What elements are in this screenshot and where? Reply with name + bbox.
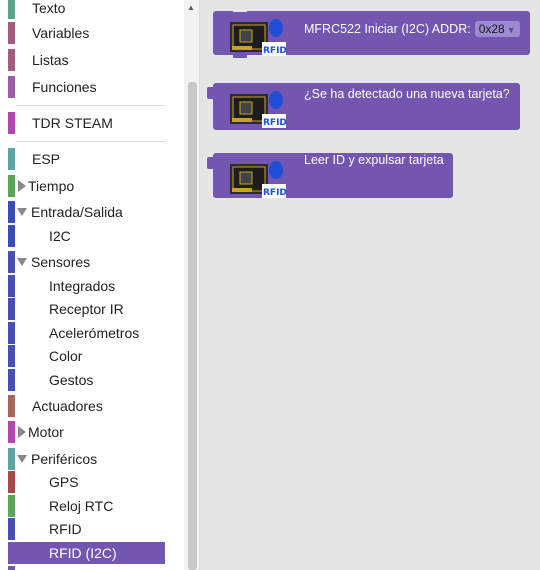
category-color-swatch — [8, 298, 15, 320]
block-text: MFRC522 Iniciar (I2C) ADDR: 0x28 ▼ — [304, 21, 520, 37]
category-color-swatch — [8, 421, 15, 443]
category-color-swatch — [8, 542, 15, 564]
collapse-arrow-icon[interactable] — [17, 258, 27, 266]
category-label: ESP — [32, 151, 61, 167]
category-rfid[interactable]: RFID — [8, 518, 165, 540]
category-color-swatch — [8, 148, 15, 170]
category-color-swatch — [8, 518, 15, 540]
category-actuadores[interactable]: Actuadores — [8, 395, 165, 417]
category-label: Texto — [32, 0, 66, 16]
category-color-swatch — [8, 275, 15, 297]
category-color-swatch — [8, 471, 15, 493]
rfid-module-icon: RFID — [230, 161, 286, 198]
category-label: Sensores — [31, 254, 91, 270]
category-funciones[interactable]: Funciones — [8, 76, 165, 98]
output-connector — [207, 157, 215, 169]
scroll-up-arrow-icon[interactable]: ▲ — [186, 3, 196, 13]
rfid-module-icon: RFID — [230, 19, 286, 56]
block-label: Leer ID y expulsar tarjeta — [304, 153, 444, 167]
category-rfid-i2c[interactable]: RFID (I2C) — [8, 542, 165, 564]
category-color-swatch — [8, 345, 15, 367]
category-integrados[interactable]: Integrados — [8, 275, 165, 297]
category-color-swatch — [8, 201, 15, 223]
category-color-swatch — [8, 448, 15, 470]
block-mfrc522-init[interactable]: RFID MFRC522 Iniciar (I2C) ADDR: 0x28 ▼ — [213, 8, 530, 58]
rfid-module-icon: RFID — [230, 91, 286, 128]
output-connector — [207, 87, 215, 99]
category-color-swatch — [8, 0, 15, 19]
category-label: RFID — [49, 521, 82, 537]
addr-dropdown[interactable]: 0x28 ▼ — [474, 21, 520, 37]
category-color-swatch — [8, 369, 15, 391]
separator — [16, 141, 165, 142]
expand-arrow-icon[interactable] — [18, 180, 26, 192]
category-label: Receptor IR — [49, 301, 124, 317]
dropdown-arrow-icon: ▼ — [506, 25, 516, 35]
addr-dropdown-value: 0x28 — [478, 22, 505, 36]
category-texto[interactable]: Texto — [8, 0, 165, 19]
category-sensores[interactable]: Sensores — [8, 251, 165, 273]
category-color-swatch — [8, 566, 15, 570]
category-label: TDR STEAM — [32, 115, 113, 131]
category-label: RFID (I2C) — [49, 545, 117, 561]
expand-arrow-icon[interactable] — [18, 426, 26, 438]
block-label: MFRC522 Iniciar (I2C) ADDR: — [304, 22, 471, 36]
category-color-swatch — [8, 22, 15, 44]
category-color-swatch — [8, 112, 15, 134]
category-label: Color — [49, 348, 83, 364]
category-color-swatch — [8, 175, 15, 197]
category-label: Periféricos — [31, 451, 98, 467]
category-color[interactable]: Color — [8, 345, 165, 367]
category-motor[interactable]: Motor — [8, 421, 165, 443]
rfid-label: RFID — [263, 46, 286, 56]
toolbox-scrollbar-thumb[interactable] — [188, 82, 197, 570]
category-label: Motor — [28, 424, 64, 440]
category-gestos[interactable]: Gestos — [8, 369, 165, 391]
block-connector — [233, 8, 247, 12]
category-label: Funciones — [32, 79, 97, 95]
rfid-label: RFID — [263, 188, 286, 198]
category-entrada-salida[interactable]: Entrada/Salida — [8, 201, 165, 223]
category-i2c[interactable]: I2C — [8, 225, 165, 247]
category-tiempo[interactable]: Tiempo — [8, 175, 165, 197]
rfid-label: RFID — [263, 118, 286, 128]
block-connector — [233, 54, 247, 58]
category-label: Variables — [32, 25, 90, 41]
separator — [16, 105, 165, 106]
category-label: Acelerómetros — [49, 325, 140, 341]
category-receptor-ir[interactable]: Receptor IR — [8, 298, 165, 320]
category-listas[interactable]: Listas — [8, 49, 165, 71]
category-color-swatch — [8, 495, 15, 517]
category-label: Entrada/Salida — [31, 204, 123, 220]
block-new-card-detected[interactable]: RFID ¿Se ha detectado una nueva tarjeta? — [207, 83, 520, 130]
category-variables[interactable]: Variables — [8, 22, 165, 44]
collapse-arrow-icon[interactable] — [17, 208, 27, 216]
category-tdr-steam[interactable]: TDR STEAM — [8, 112, 165, 134]
category-perifericos[interactable]: Periféricos — [8, 448, 165, 470]
block-label: ¿Se ha detectado una nueva tarjeta? — [304, 87, 510, 101]
category-color-swatch — [8, 395, 15, 417]
collapse-arrow-icon[interactable] — [17, 455, 27, 463]
category-color-swatch — [8, 49, 15, 71]
category-label: Tiempo — [28, 178, 75, 194]
category-esp[interactable]: ESP — [8, 148, 165, 170]
block-read-id-eject[interactable]: RFID Leer ID y expulsar tarjeta — [207, 153, 453, 198]
category-label: Integrados — [49, 278, 116, 294]
category-reloj-rtc[interactable]: Reloj RTC — [8, 495, 165, 517]
category-label: Gestos — [49, 372, 94, 388]
category-color-swatch — [8, 225, 15, 247]
category-label: Reloj RTC — [49, 498, 114, 514]
category-color-swatch — [8, 76, 15, 98]
toolbox: Texto Variables Listas Funciones TDR STE… — [0, 0, 200, 570]
category-color-swatch — [8, 322, 15, 344]
category-gps[interactable]: GPS — [8, 471, 165, 493]
category-color-swatch — [8, 251, 15, 273]
blocks-flyout-workspace: RFID MFRC522 Iniciar (I2C) ADDR: 0x28 ▼ RF… — [200, 0, 540, 570]
category-label: GPS — [49, 474, 79, 490]
category-acelerometros[interactable]: Acelerómetros — [8, 322, 165, 344]
category-label: I2C — [49, 228, 71, 244]
category-label: Listas — [32, 52, 69, 68]
category-label: Actuadores — [32, 398, 103, 414]
